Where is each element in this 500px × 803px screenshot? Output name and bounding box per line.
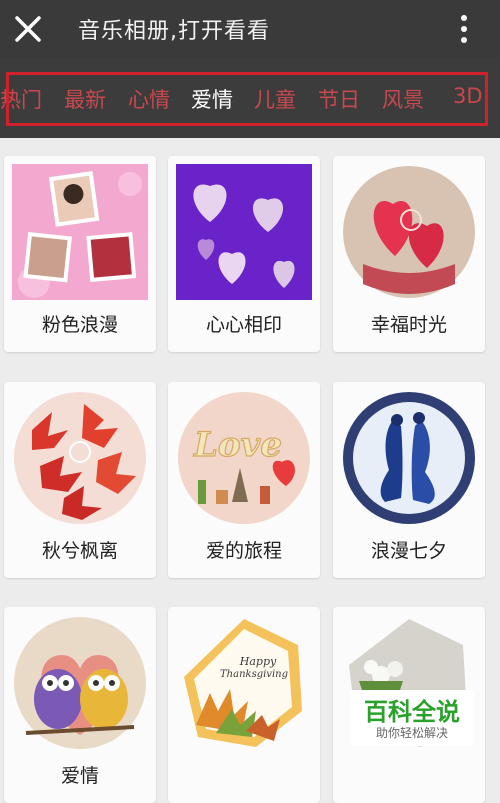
watermark-subtitle: 助你轻松解决 — [375, 726, 448, 740]
album-card-romantic-qixi[interactable]: 浪漫七夕 — [333, 382, 485, 578]
album-thumbnail — [176, 164, 312, 300]
album-card-pink-romance[interactable]: 粉色浪漫 — [4, 156, 156, 352]
album-title: 心心相印 — [205, 314, 282, 336]
thanks-word-text: Thanksgiving — [220, 669, 288, 680]
album-title: 浪漫七夕 — [370, 540, 447, 562]
album-card-love-journey[interactable]: Love 爱的旅程 — [168, 382, 320, 578]
album-thumbnail — [343, 166, 475, 298]
album-thumbnail — [14, 617, 146, 749]
album-card-autumn-maple[interactable]: 秋兮枫离 — [4, 382, 156, 578]
album-thumbnail — [14, 392, 146, 524]
page-title: 音乐相册,打开看看 — [78, 19, 270, 44]
album-card-happy-times[interactable]: 幸福时光 — [333, 156, 485, 352]
album-thumbnail — [12, 164, 148, 300]
album-title: 幸福时光 — [370, 314, 447, 336]
love-word: Love — [193, 425, 282, 465]
more-button[interactable] — [450, 11, 478, 47]
album-title: 粉色浪漫 — [41, 314, 118, 336]
album-thumbnail — [343, 392, 475, 524]
thanks-happy-text: Happy — [239, 655, 277, 668]
album-title: 爱情 — [60, 765, 99, 787]
more-vertical-icon — [461, 15, 467, 43]
close-button[interactable] — [10, 11, 46, 47]
album-title: 秋兮枫离 — [41, 540, 118, 562]
top-bar: 音乐相册,打开看看 — [0, 0, 500, 58]
album-card-thanksgiving[interactable]: Happy Thanksgiving — [168, 607, 320, 803]
watermark-logo: 百科全说 助你轻松解决 — [350, 690, 474, 746]
album-thumbnail: Love — [178, 392, 310, 524]
album-thumbnail: Happy Thanksgiving — [184, 619, 302, 747]
album-card-love[interactable]: 爱情 — [4, 607, 156, 803]
watermark-title: 百科全说 — [364, 698, 460, 726]
tabs-highlight-box — [6, 72, 488, 126]
album-card-heart-to-heart[interactable]: 心心相印 — [168, 156, 320, 352]
close-icon — [15, 16, 41, 42]
album-title: 爱的旅程 — [205, 540, 282, 562]
